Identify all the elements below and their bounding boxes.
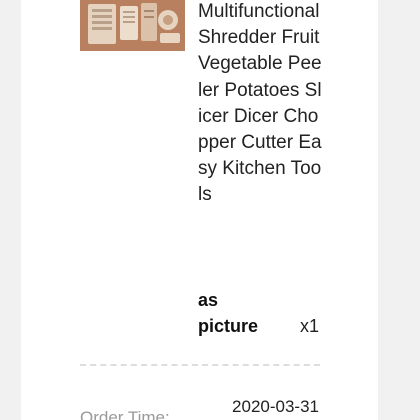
product-image[interactable]	[80, 0, 185, 51]
order-item-card: Multifunctional Shredder Fruit Vegetable…	[21, 0, 378, 420]
product-quantity: x1	[299, 316, 319, 336]
dashed-divider	[80, 364, 320, 366]
product-title[interactable]: Multifunctional Shredder Fruit Vegetable…	[198, 0, 323, 209]
order-time-value: 2020-03-31	[232, 397, 319, 416]
order-time-label: Order Time:	[80, 408, 170, 420]
kitchen-tools-product-image	[80, 0, 185, 51]
product-variant: as picture	[198, 290, 259, 336]
